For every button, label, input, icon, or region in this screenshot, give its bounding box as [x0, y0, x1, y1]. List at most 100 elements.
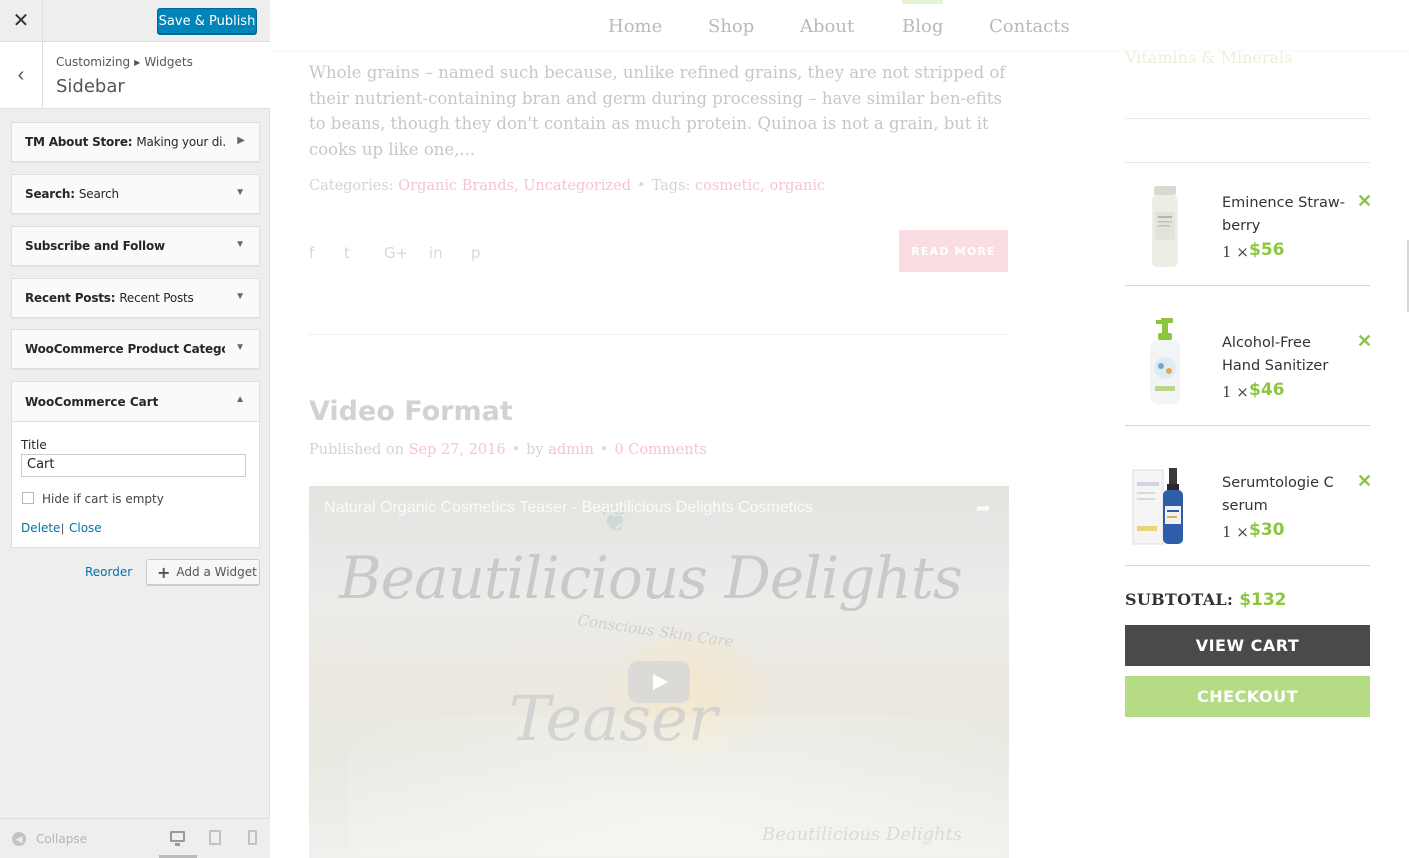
breadcrumb-separator-icon: ▶ — [134, 58, 141, 67]
collapse-icon[interactable]: ◀ — [12, 832, 26, 846]
customizer-header-actions: ✕ Save & Publish — [0, 0, 270, 42]
nav-item-blog[interactable]: Blog — [902, 16, 943, 37]
google-plus-icon[interactable]: G+ — [384, 244, 408, 262]
tag-links[interactable]: cosmetic, organic — [695, 178, 825, 194]
remove-item-icon[interactable]: ✕ — [1357, 472, 1372, 490]
cart-item-quantity: 1 × — [1222, 523, 1249, 541]
linkedin-icon[interactable]: in — [429, 244, 443, 262]
expand-down-icon[interactable]: ▼ — [235, 342, 245, 353]
cart-item-quantity: 1 × — [1222, 383, 1249, 401]
post-divider — [309, 334, 1008, 335]
section-header: ‹ Customizing ▶ Widgets Sidebar — [0, 42, 270, 109]
plus-icon: + — [157, 562, 171, 582]
divider — [1125, 118, 1370, 119]
widget-search[interactable]: Search: Search ▼ — [11, 174, 260, 214]
widget-title: WooCommerce Cart — [25, 395, 159, 409]
widget-title: Recent Posts: Recent Posts — [25, 291, 194, 305]
widget-title: TM About Store: Making your di... — [25, 135, 225, 149]
video-embed[interactable]: ❦ Natural Organic Cosmetics Teaser - Bea… — [309, 486, 1009, 858]
breadcrumb: Customizing ▶ Widgets — [56, 55, 193, 69]
hide-if-empty-label[interactable]: Hide if cart is empty — [42, 492, 164, 506]
cart-item-quantity: 1 × — [1222, 243, 1249, 261]
main-navigation: Home Shop About Blog Contacts — [271, 0, 1409, 50]
subtotal-label: SUBTOTAL: — [1125, 590, 1234, 609]
section-title: Sidebar — [56, 76, 125, 97]
remove-item-icon[interactable]: ✕ — [1357, 332, 1372, 350]
divider — [1125, 285, 1370, 286]
save-publish-button[interactable]: Save & Publish — [157, 8, 257, 34]
post-meta: Published on Sep 27, 2016 • by admin • 0 Com… — [309, 442, 707, 458]
title-field-label: Title — [21, 438, 47, 452]
widget-subscribe-follow[interactable]: Subscribe and Follow ▼ — [11, 226, 260, 266]
nav-item-contacts[interactable]: Contacts — [989, 16, 1070, 37]
divider — [1125, 162, 1370, 163]
cart-item-price: $46 — [1249, 380, 1285, 400]
widget-title: Search: Search — [25, 187, 119, 201]
post-date-link[interactable]: Sep 27, 2016 — [409, 442, 506, 458]
divider — [1125, 565, 1370, 566]
mobile-preview-icon[interactable] — [248, 830, 257, 845]
collapse-up-icon[interactable]: ▲ — [235, 394, 245, 405]
cart-item-name[interactable]: Eminence Straw-berry — [1222, 192, 1352, 238]
breadcrumb-item: Widgets — [144, 55, 193, 69]
reorder-link[interactable]: Reorder — [85, 565, 132, 579]
add-widget-label: Add a Widget — [176, 565, 257, 579]
link-separator: | — [61, 521, 65, 535]
title-input[interactable]: Cart — [21, 454, 246, 477]
expand-right-icon[interactable]: ▶ — [237, 135, 245, 146]
facebook-icon[interactable]: f — [309, 244, 314, 262]
close-link[interactable]: Close — [69, 521, 102, 535]
nav-item-about[interactable]: About — [800, 16, 854, 37]
widget-recent-posts[interactable]: Recent Posts: Recent Posts ▼ — [11, 278, 260, 318]
comments-link[interactable]: 0 Comments — [614, 442, 706, 458]
post-categories-tags: Categories: Organic Brands, Uncategorize… — [309, 178, 826, 194]
divider — [1125, 425, 1370, 426]
close-icon[interactable]: ✕ — [0, 0, 43, 41]
widget-product-categories[interactable]: WooCommerce Product Catego... ▼ — [11, 329, 260, 369]
customizer-panel: ✕ Save & Publish ‹ Customizing ▶ Widgets S… — [0, 0, 270, 858]
author-link[interactable]: admin — [548, 442, 594, 458]
pinterest-icon[interactable]: p — [471, 244, 481, 262]
desktop-preview-icon[interactable] — [170, 831, 185, 846]
cart-item: Alcohol-Free Hand Sanitizer 1 × $46 ✕ — [1125, 308, 1372, 426]
delete-link[interactable]: Delete — [21, 521, 60, 535]
category-links[interactable]: Organic Brands, Uncategorized — [398, 178, 631, 194]
share-icon[interactable]: ➦ — [976, 498, 991, 519]
widget-header[interactable]: WooCommerce Cart ▲ — [12, 382, 259, 422]
product-thumbnail[interactable] — [1125, 448, 1205, 566]
post-excerpt: Whole grains – named such because, unlik… — [309, 63, 1006, 159]
widget-woocommerce-cart: WooCommerce Cart ▲ Title Cart Hide if ca… — [11, 381, 260, 548]
site-preview: Home Shop About Blog Contacts Whole grai… — [271, 0, 1409, 858]
previous-widget-title[interactable]: Vitamins & Minerals — [1125, 48, 1292, 67]
widget-title: Subscribe and Follow — [25, 239, 165, 253]
back-arrow-icon[interactable]: ‹ — [0, 42, 43, 108]
checkout-button[interactable]: CHECKOUT — [1125, 676, 1370, 717]
product-thumbnail[interactable] — [1125, 308, 1205, 426]
breadcrumb-item: Customizing — [56, 55, 131, 69]
add-widget-button[interactable]: + Add a Widget — [146, 559, 260, 585]
read-more-button[interactable]: READ MORE — [899, 230, 1008, 272]
cart-item-name[interactable]: Alcohol-Free Hand Sanitizer — [1222, 332, 1352, 378]
video-title[interactable]: Natural Organic Cosmetics Teaser - Beaut… — [324, 499, 813, 517]
play-button-icon[interactable] — [628, 661, 690, 703]
expand-down-icon[interactable]: ▼ — [235, 291, 245, 302]
cart-subtotal: SUBTOTAL: $132 — [1125, 590, 1287, 610]
view-cart-button[interactable]: VIEW CART — [1125, 625, 1370, 666]
twitter-icon[interactable]: t — [344, 244, 350, 262]
cart-item: Serumtologie C serum 1 × $30 ✕ — [1125, 448, 1372, 566]
nav-item-home[interactable]: Home — [608, 16, 662, 37]
customizer-footer: ◀ Collapse — [0, 818, 270, 858]
expand-down-icon[interactable]: ▼ — [235, 187, 245, 198]
subtotal-amount: $132 — [1239, 590, 1287, 610]
widget-tm-about-store[interactable]: TM About Store: Making your di... ▶ — [11, 122, 260, 162]
cart-item-price: $56 — [1249, 240, 1285, 260]
collapse-link[interactable]: Collapse — [36, 832, 87, 846]
cart-item-name[interactable]: Serumtologie C serum — [1222, 472, 1352, 518]
hide-if-empty-checkbox[interactable] — [22, 492, 34, 504]
product-thumbnail[interactable] — [1125, 168, 1205, 286]
nav-item-shop[interactable]: Shop — [708, 16, 754, 37]
post-title[interactable]: Video Format — [309, 396, 513, 427]
remove-item-icon[interactable]: ✕ — [1357, 192, 1372, 210]
tablet-preview-icon[interactable] — [209, 830, 221, 845]
expand-down-icon[interactable]: ▼ — [235, 239, 245, 250]
